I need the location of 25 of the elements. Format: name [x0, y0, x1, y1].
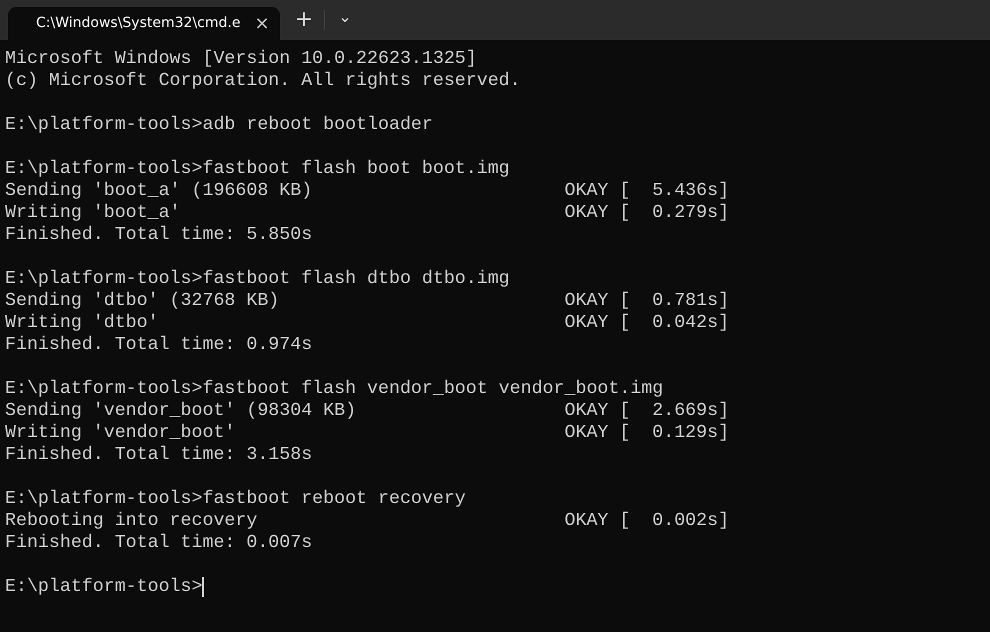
console-line: E:\platform-tools>fastboot flash vendor_boot vendor_boot.img [5, 378, 664, 400]
console-line: Sending 'vendor_boot' (98304 KB) OKAY [ 2.669s] [5, 400, 730, 422]
console-line: Rebooting into recovery OKAY [ 0.002s] [5, 510, 730, 532]
console-line: E:\platform-tools>adb reboot bootloader [5, 114, 433, 136]
console-line: Writing 'vendor_boot' OKAY [ 0.129s] [5, 422, 730, 444]
dropdown-button[interactable]: ⌄ [331, 6, 359, 34]
console-line: E:\platform-tools>fastboot reboot recovery [5, 488, 466, 510]
console-line: E:\platform-tools>fastboot flash boot boot.img [5, 158, 510, 180]
console-line: Writing 'boot_a' OKAY [ 0.279s] [5, 202, 730, 224]
console-line: (c) Microsoft Corporation. All rights reserved. [5, 70, 521, 92]
close-button[interactable]: × [252, 14, 272, 32]
console-line: E:\platform-tools>fastboot flash dtbo dtbo.img [5, 268, 510, 290]
console-line: Finished. Total time: 0.974s [5, 334, 312, 356]
terminal-tab[interactable]: C:\Windows\System32\cmd.e × [8, 7, 280, 40]
new-tab-button[interactable]: + [290, 6, 318, 34]
console-line: Microsoft Windows [Version 10.0.22623.1325] [5, 48, 477, 70]
tab-title: C:\Windows\System32\cmd.e [36, 14, 240, 33]
console-line: Sending 'boot_a' (196608 KB) OKAY [ 5.436s] [5, 180, 730, 202]
text-cursor [202, 577, 204, 597]
console-line: E:\platform-tools> [5, 576, 202, 598]
console-line: Writing 'dtbo' OKAY [ 0.042s] [5, 312, 730, 334]
console-line: Finished. Total time: 3.158s [5, 444, 312, 466]
console-line: Finished. Total time: 5.850s [5, 224, 312, 246]
console-line: Finished. Total time: 0.007s [5, 532, 312, 554]
console-line: Sending 'dtbo' (32768 KB) OKAY [ 0.781s] [5, 290, 730, 312]
